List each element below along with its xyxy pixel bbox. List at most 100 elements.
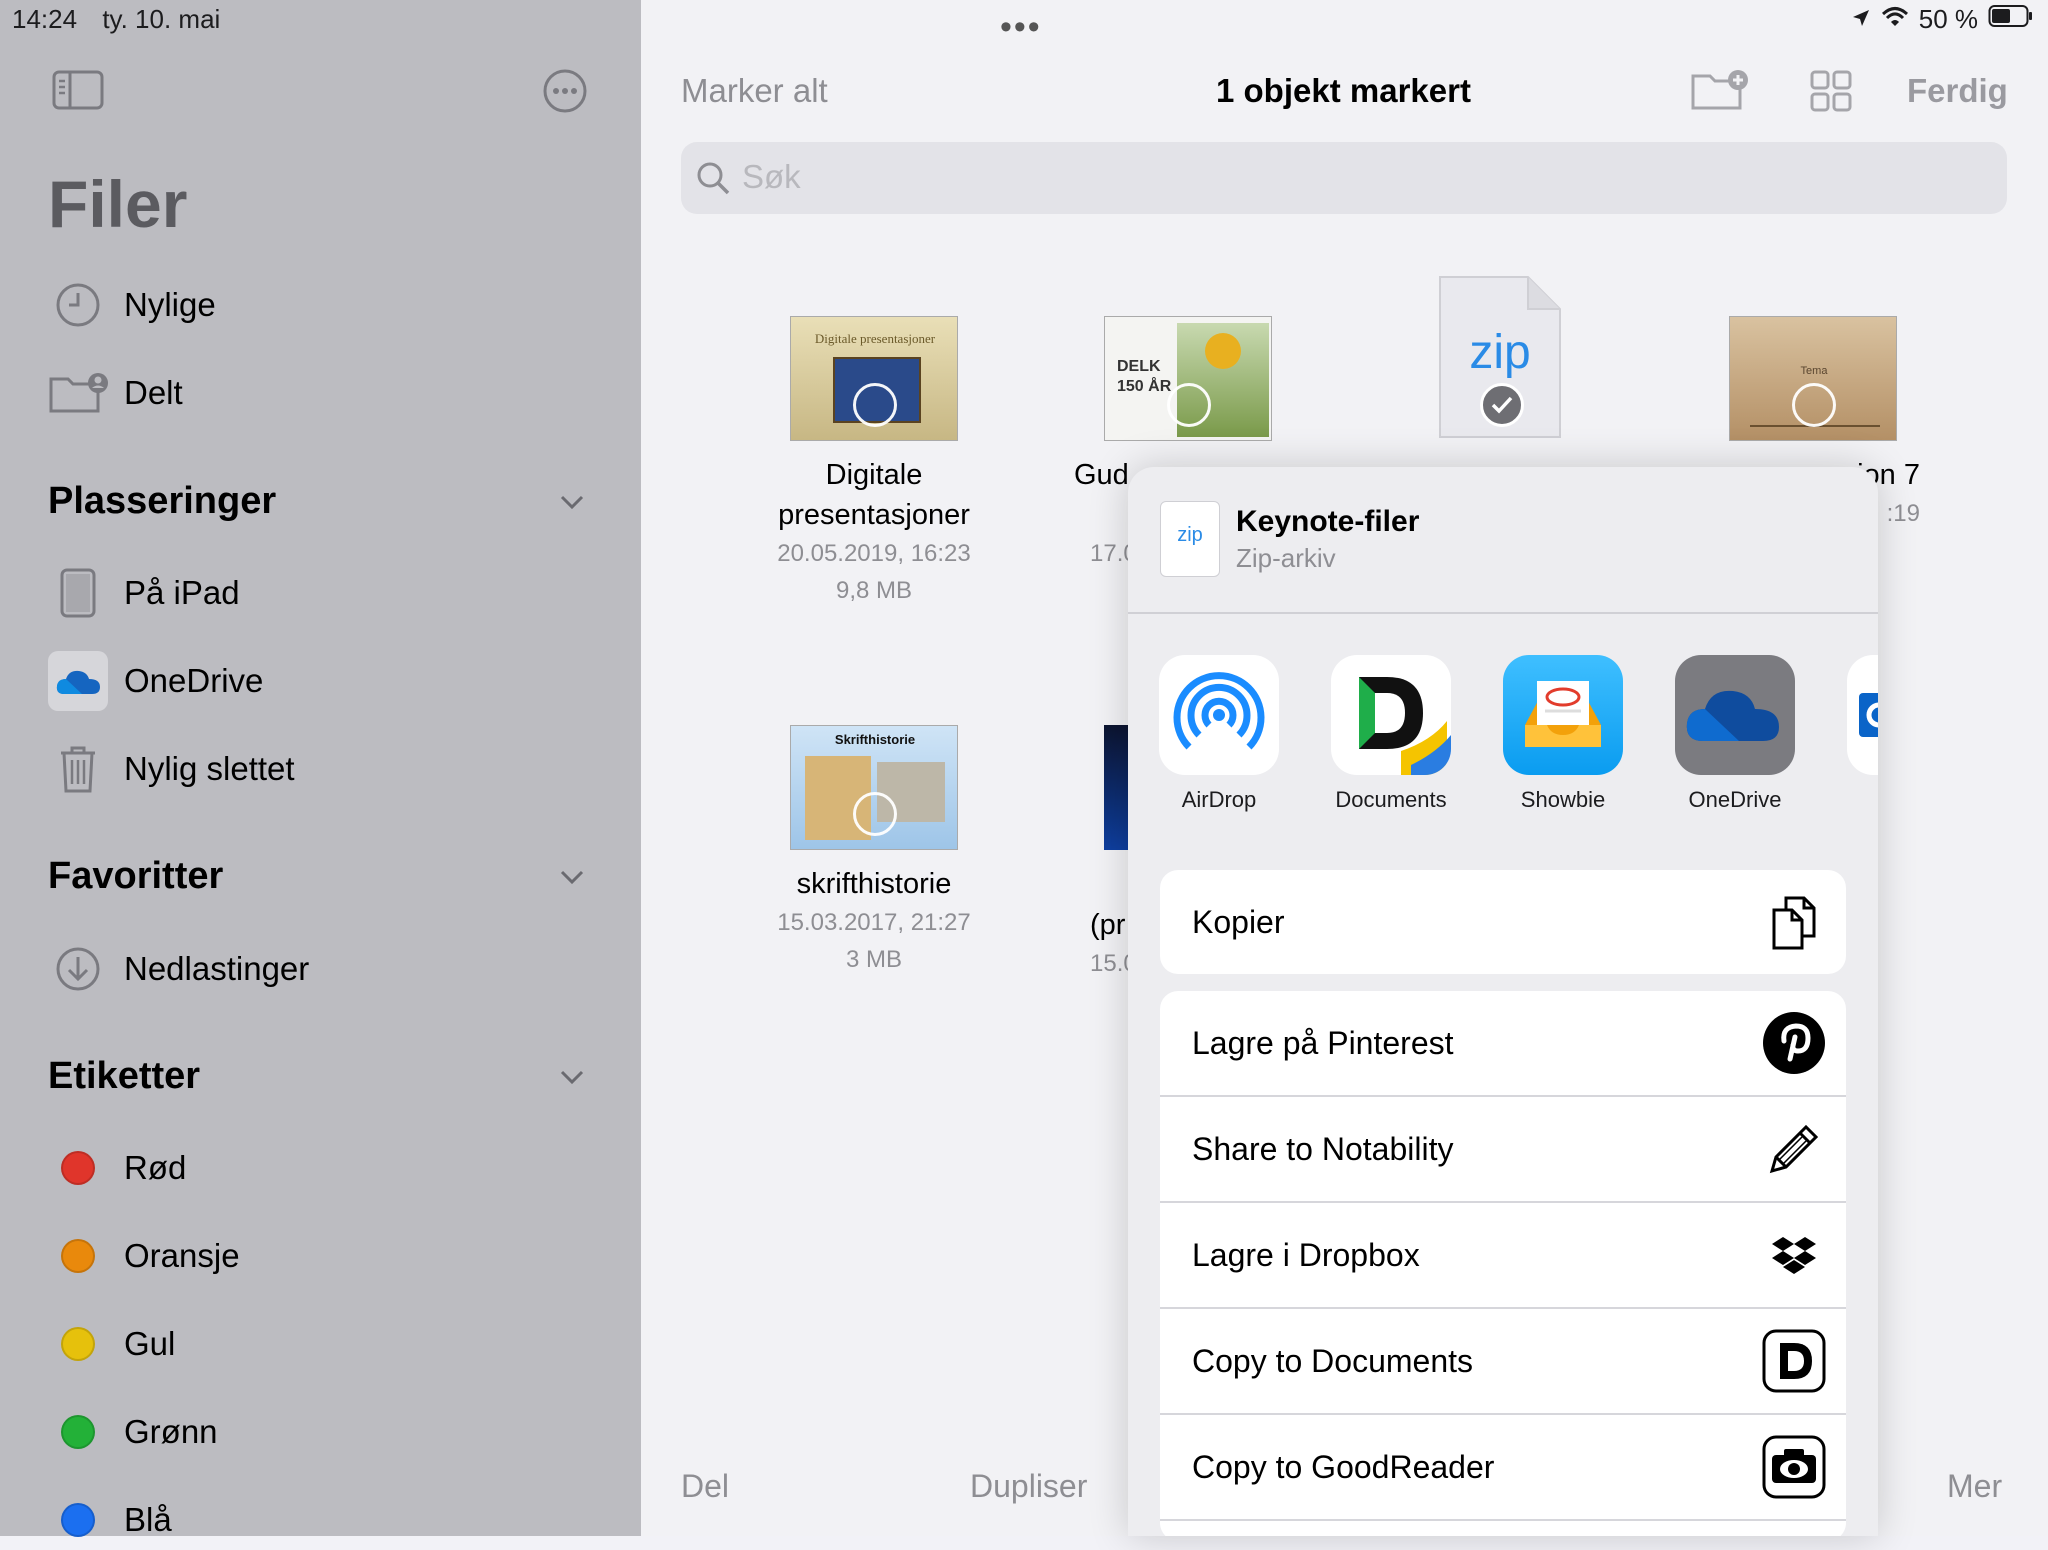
action-notability[interactable]: Share to Notability [1160, 1097, 1846, 1203]
sidebar-item-label: Blå [124, 1501, 172, 1538]
ipad-icon [48, 563, 108, 623]
file-size: 3 MB [845, 946, 902, 973]
file-size: 9,8 MB [835, 577, 913, 604]
tags-header[interactable]: Etiketter [48, 1055, 200, 1098]
action-dropbox[interactable]: Lagre i Dropbox [1160, 1203, 1846, 1309]
file-thumbnail[interactable]: Skrifthistorie [790, 725, 958, 850]
thumbnail-text: 150 ÅR [1117, 378, 1172, 395]
chevron-down-icon[interactable] [560, 494, 584, 516]
new-folder-icon[interactable] [1690, 68, 1750, 117]
zip-file-icon: zip [1160, 501, 1220, 577]
duplicate-button[interactable]: Dupliser [970, 1468, 1087, 1505]
select-circle-icon[interactable] [1167, 383, 1211, 427]
share-app-airdrop[interactable]: AirDrop [1144, 655, 1294, 813]
zip-icon-text: zip [1177, 524, 1203, 546]
sidebar-item-recently-deleted[interactable]: Nylig slettet [48, 739, 295, 799]
multitasking-dots[interactable]: ••• [1000, 8, 1042, 47]
location-icon [1851, 4, 1871, 35]
favorites-header[interactable]: Favoritter [48, 855, 223, 898]
sidebar-item-label: OneDrive [124, 662, 264, 699]
thumbnail-title: Digitale presentasjoner [814, 331, 936, 346]
zip-icon-text: zip [1469, 326, 1531, 379]
onedrive-icon [1675, 655, 1795, 775]
status-date: ty. 10. mai [102, 4, 221, 34]
status-bar-left-overlay: 14:24 ty. 10. mai [12, 4, 238, 35]
showbie-icon [1503, 655, 1623, 775]
copy-action[interactable]: Kopier [1160, 870, 1846, 974]
file-thumbnail[interactable]: Tema [1729, 316, 1897, 441]
sidebar: Filer Nylige Delt Plasseringer På iPad O… [0, 0, 641, 1538]
share-app-outlook[interactable]: O [1832, 655, 1878, 813]
battery-icon [1988, 4, 2034, 35]
select-circle-icon[interactable] [853, 383, 897, 427]
battery-percent: 50 % [1918, 4, 1978, 34]
share-file-subtitle: Zip-arkiv [1236, 543, 1336, 573]
thumbnail-title: Tema [1800, 365, 1828, 377]
share-app-documents[interactable]: Documents [1316, 655, 1466, 813]
action-copy-to-documents[interactable]: Copy to Documents [1160, 1309, 1846, 1415]
select-all-button[interactable]: Marker alt [681, 72, 828, 110]
sidebar-item-tag-red[interactable]: Rød [48, 1138, 186, 1198]
onedrive-icon [48, 651, 108, 711]
app-label: OneDrive [1688, 787, 1782, 812]
copy-card: Kopier [1160, 870, 1846, 974]
select-circle-icon[interactable] [853, 792, 897, 836]
search-input[interactable] [681, 142, 2007, 214]
documents-d-icon [1762, 1329, 1826, 1393]
app-label: O [1832, 787, 1878, 813]
sidebar-toggle-icon[interactable] [52, 70, 104, 115]
file-name: skrifthistorie [796, 868, 952, 900]
action-pinterest[interactable]: Lagre på Pinterest [1160, 991, 1846, 1097]
action-label: Lagre på Pinterest [1192, 1024, 1454, 1061]
chevron-down-icon[interactable] [560, 869, 584, 891]
thumbnail-text: DELK [1117, 358, 1161, 375]
more-button[interactable]: Mer [1947, 1468, 2002, 1505]
sidebar-item-shared[interactable]: Delt [48, 363, 183, 423]
action-label: Kopier [1192, 903, 1285, 940]
clock-icon [48, 275, 108, 335]
sidebar-item-label: Nylige [124, 286, 216, 323]
sidebar-item-onedrive[interactable]: OneDrive [48, 651, 263, 711]
airdrop-icon [1159, 655, 1279, 775]
file-item-skrifthistorie[interactable]: skrifthistorie 15.03.2017, 21:27 3 MB [754, 864, 994, 978]
share-button[interactable]: Del [681, 1468, 729, 1505]
action-copy-to-goodreader[interactable]: Copy to GoodReader [1160, 1415, 1846, 1521]
download-icon [48, 939, 108, 999]
grid-view-icon[interactable] [1810, 70, 1852, 117]
app-label: Showbie [1520, 787, 1606, 812]
sidebar-item-recent[interactable]: Nylige [48, 275, 216, 335]
action-label: Share to Notability [1192, 1130, 1454, 1167]
share-app-onedrive[interactable]: OneDrive [1660, 655, 1810, 813]
more-options-icon[interactable] [543, 69, 587, 118]
share-sheet: zip Keynote-filer Zip-arkiv AirDrop Docu… [1128, 467, 1878, 1536]
sidebar-item-label: Nedlastinger [124, 950, 310, 987]
file-thumbnail[interactable]: Digitale presentasjoner [790, 316, 958, 441]
sidebar-item-label: På iPad [124, 574, 240, 611]
sidebar-item-tag-yellow[interactable]: Gul [48, 1314, 175, 1374]
sidebar-item-downloads[interactable]: Nedlastinger [48, 939, 309, 999]
trash-icon [48, 739, 108, 799]
wifi-icon [1881, 4, 1909, 35]
sidebar-item-tag-blue[interactable]: Blå [48, 1490, 172, 1550]
share-app-showbie[interactable]: Showbie [1488, 655, 1638, 813]
sidebar-item-tag-green[interactable]: Grønn [48, 1402, 218, 1462]
checkmark-icon[interactable] [1480, 383, 1524, 427]
zip-file-item[interactable]: zip [1436, 273, 1564, 441]
file-thumbnail[interactable]: DELK 150 ÅR [1104, 316, 1272, 441]
file-date: 20.05.2019, 16:23 [777, 540, 971, 567]
pinterest-icon [1762, 1011, 1826, 1075]
tag-dot-icon [61, 1327, 95, 1361]
sidebar-item-tag-orange[interactable]: Oransje [48, 1226, 240, 1286]
sidebar-item-on-ipad[interactable]: På iPad [48, 563, 240, 623]
app-label: Documents [1335, 787, 1447, 812]
select-circle-icon[interactable] [1792, 383, 1836, 427]
chevron-down-icon[interactable] [560, 1069, 584, 1091]
tag-dot-icon [61, 1239, 95, 1273]
dropbox-icon [1762, 1223, 1826, 1287]
file-item-digitale[interactable]: Digitale presentasjoner 20.05.2019, 16:2… [754, 455, 994, 609]
share-sheet-header: zip Keynote-filer Zip-arkiv [1128, 467, 1878, 614]
locations-header[interactable]: Plasseringer [48, 480, 276, 523]
status-bar-right: 50 % [1851, 4, 2034, 35]
done-button[interactable]: Ferdig [1907, 72, 2008, 110]
file-date: 15.03.2017, 21:27 [777, 909, 971, 936]
